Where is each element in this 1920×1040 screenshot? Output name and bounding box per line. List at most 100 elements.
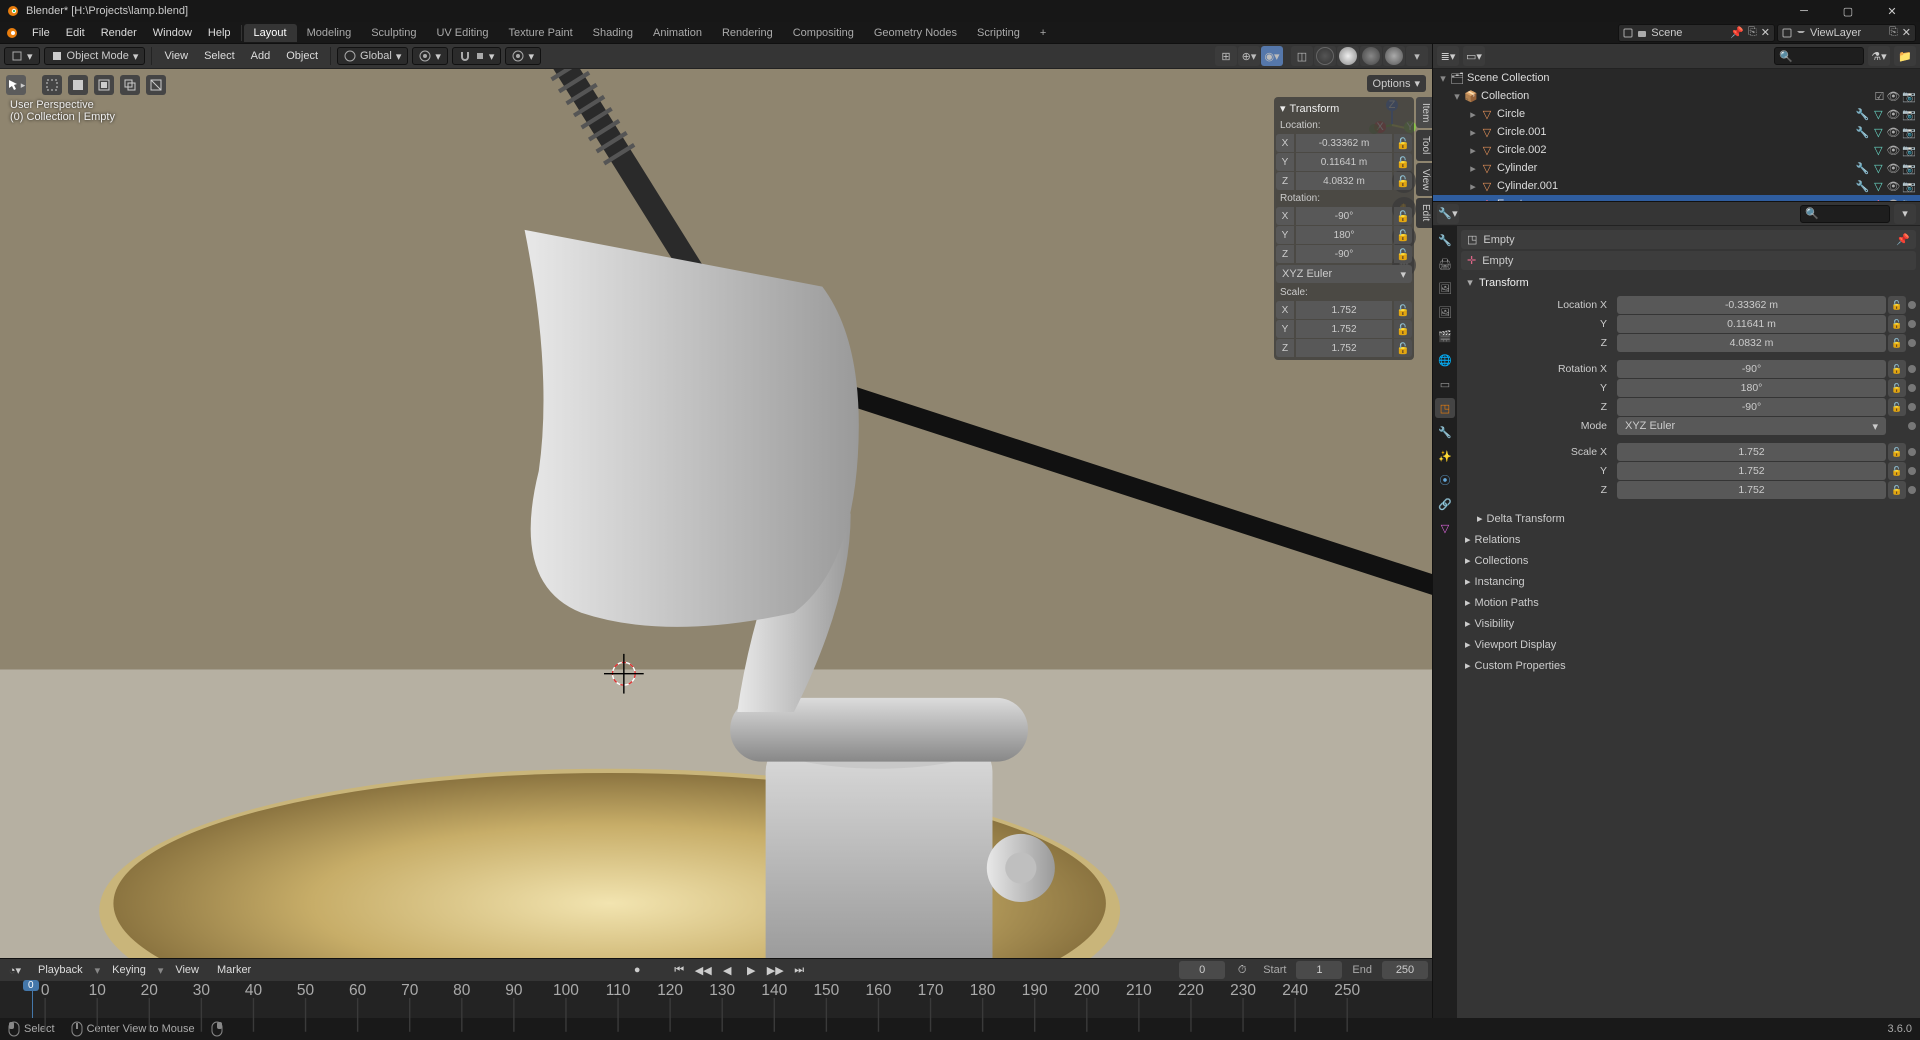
scale-x-field[interactable]: 1.752 — [1296, 301, 1392, 319]
chevron-right-icon[interactable]: ▸ — [1467, 108, 1479, 121]
scene-name-input[interactable] — [1651, 27, 1726, 39]
menu-help[interactable]: Help — [200, 22, 239, 44]
npanel-tab-edit[interactable]: Edit — [1416, 198, 1432, 227]
viewport-options-dropdown[interactable]: Options ▾ — [1367, 75, 1426, 92]
scene-delete-icon[interactable]: ✕ — [1761, 26, 1770, 39]
prop-loc-z[interactable]: 4.0832 m — [1617, 334, 1886, 352]
menu-file[interactable]: File — [24, 22, 58, 44]
chevron-right-icon[interactable]: ▸ — [1467, 180, 1479, 193]
anim-dot-icon[interactable] — [1908, 320, 1916, 328]
npanel-tab-view[interactable]: View — [1416, 163, 1432, 197]
lock-icon[interactable]: 🔓 — [1394, 301, 1412, 319]
timeline-editor-type-icon[interactable]: ◔▾ — [4, 961, 26, 979]
window-maximize-button[interactable]: ▢ — [1826, 0, 1870, 22]
tab-data[interactable]: ▽ — [1435, 518, 1455, 538]
play-reverse-icon[interactable]: ◀ — [716, 961, 738, 979]
blender-menu-icon[interactable] — [2, 26, 22, 40]
prop-scale-x[interactable]: 1.752 — [1617, 443, 1886, 461]
window-close-button[interactable]: ✕ — [1870, 0, 1914, 22]
rendered-shading-icon[interactable] — [1383, 46, 1405, 66]
current-frame-field[interactable]: 0 — [1179, 961, 1225, 979]
tab-collection[interactable]: ▭ — [1435, 374, 1455, 394]
start-frame-field[interactable]: 1 — [1296, 961, 1342, 979]
tab-output[interactable]: 🖼 — [1435, 278, 1455, 298]
lock-icon[interactable]: 🔓 — [1394, 320, 1412, 338]
select-intersect-icon[interactable] — [120, 75, 140, 95]
property-datablock[interactable]: ✛ Empty — [1461, 251, 1916, 270]
lock-icon[interactable]: 🔓 — [1394, 245, 1412, 263]
playhead[interactable]: 0 — [32, 981, 33, 1018]
anim-dot-icon[interactable] — [1908, 365, 1916, 373]
select-invert-icon[interactable] — [94, 75, 114, 95]
select-box-icon[interactable] — [42, 75, 62, 95]
section-relations[interactable]: ▸Relations — [1461, 529, 1916, 550]
workspace-tab-add[interactable]: + — [1030, 24, 1056, 42]
rot-y-field[interactable]: 180° — [1296, 226, 1392, 244]
lock-icon[interactable]: 🔓 — [1394, 134, 1412, 152]
tab-scene[interactable]: 🎬 — [1435, 326, 1455, 346]
overlay-toggle-icon[interactable]: ◉▾ — [1261, 46, 1283, 66]
lock-icon[interactable]: 🔓 — [1888, 315, 1906, 333]
tab-constraints[interactable]: 🔗 — [1435, 494, 1455, 514]
pin-icon[interactable]: 📌 — [1896, 233, 1910, 246]
chevron-right-icon[interactable]: ▸ — [1467, 126, 1479, 139]
pivot-selector[interactable]: ▾ — [412, 47, 448, 65]
viewlayer-delete-icon[interactable]: ✕ — [1902, 26, 1911, 39]
timeline-menu-marker[interactable]: Marker — [211, 964, 257, 976]
camera-icon[interactable]: 📷 — [1902, 90, 1916, 103]
section-custom-properties[interactable]: ▸Custom Properties — [1461, 655, 1916, 676]
chevron-down-icon[interactable]: ▾ — [1451, 90, 1463, 103]
anim-dot-icon[interactable] — [1908, 422, 1916, 430]
scene-new-icon[interactable]: ⎘ — [1748, 26, 1757, 39]
timeline-menu-view[interactable]: View — [169, 964, 205, 976]
eye-icon[interactable]: 👁 — [1886, 126, 1900, 139]
outliner-item[interactable]: ▸▽Cylinder.001🔧▽👁📷 — [1433, 177, 1920, 195]
lock-icon[interactable]: 🔓 — [1888, 481, 1906, 499]
npanel-tab-item[interactable]: Item — [1416, 97, 1432, 128]
prop-rot-z[interactable]: -90° — [1617, 398, 1886, 416]
lock-icon[interactable]: 🔓 — [1888, 443, 1906, 461]
lock-icon[interactable]: 🔓 — [1394, 153, 1412, 171]
menu-window[interactable]: Window — [145, 22, 200, 44]
outliner-item[interactable]: ▸▽Circle🔧▽👁📷 — [1433, 105, 1920, 123]
select-all-icon[interactable] — [68, 75, 88, 95]
workspace-tab-scripting[interactable]: Scripting — [967, 24, 1030, 42]
outliner-filter-icon[interactable]: ⚗▾ — [1868, 46, 1890, 66]
lock-icon[interactable]: 🔓 — [1888, 398, 1906, 416]
tab-render[interactable]: 🖨 — [1435, 254, 1455, 274]
outliner-item[interactable]: ▸▽Circle.002▽👁📷 — [1433, 141, 1920, 159]
camera-icon[interactable]: 📷 — [1902, 144, 1916, 157]
camera-icon[interactable]: 📷 — [1902, 108, 1916, 121]
prop-rot-mode[interactable]: XYZ Euler▾ — [1617, 417, 1886, 435]
lock-icon[interactable]: 🔓 — [1888, 334, 1906, 352]
end-frame-field[interactable]: 250 — [1382, 961, 1428, 979]
solid-shading-icon[interactable] — [1337, 46, 1359, 66]
matprev-shading-icon[interactable] — [1360, 46, 1382, 66]
properties-search[interactable]: 🔍 — [1800, 205, 1890, 223]
eye-icon[interactable]: 👁 — [1886, 90, 1900, 103]
menu-edit[interactable]: Edit — [58, 22, 93, 44]
checkbox-icon[interactable]: ☑ — [1874, 90, 1884, 103]
anim-dot-icon[interactable] — [1908, 339, 1916, 347]
outliner-search[interactable]: 🔍 — [1774, 47, 1864, 65]
scale-y-field[interactable]: 1.752 — [1296, 320, 1392, 338]
play-icon[interactable]: ▶ — [740, 961, 762, 979]
anim-dot-icon[interactable] — [1908, 448, 1916, 456]
viewlayer-new-icon[interactable]: ⎘ — [1889, 26, 1898, 39]
properties-editor-type-icon[interactable]: 🔧▾ — [1437, 204, 1459, 224]
outliner-item[interactable]: ▸▽Circle.001🔧▽👁📷 — [1433, 123, 1920, 141]
select-sub-icon[interactable] — [146, 75, 166, 95]
lock-icon[interactable]: 🔓 — [1394, 226, 1412, 244]
section-viewport-display[interactable]: ▸Viewport Display — [1461, 634, 1916, 655]
anim-dot-icon[interactable] — [1908, 403, 1916, 411]
prop-rot-x[interactable]: -90° — [1617, 360, 1886, 378]
outliner-scene-collection[interactable]: ▾ 🗂 Scene Collection — [1433, 69, 1920, 87]
prop-loc-y[interactable]: 0.11641 m — [1617, 315, 1886, 333]
eye-icon[interactable]: 👁 — [1886, 162, 1900, 175]
viewlayer-selector[interactable]: ⎘ ✕ — [1777, 24, 1916, 42]
viewport-menu-object[interactable]: Object — [280, 50, 324, 62]
npanel-tab-tool[interactable]: Tool — [1416, 130, 1432, 160]
viewport-3d[interactable]: ▸ Options ▾ User Perspective (0) Collect… — [0, 69, 1432, 958]
outliner-editor-type-icon[interactable]: ≣▾ — [1437, 46, 1459, 66]
snap-selector[interactable]: ▾ — [452, 47, 502, 65]
